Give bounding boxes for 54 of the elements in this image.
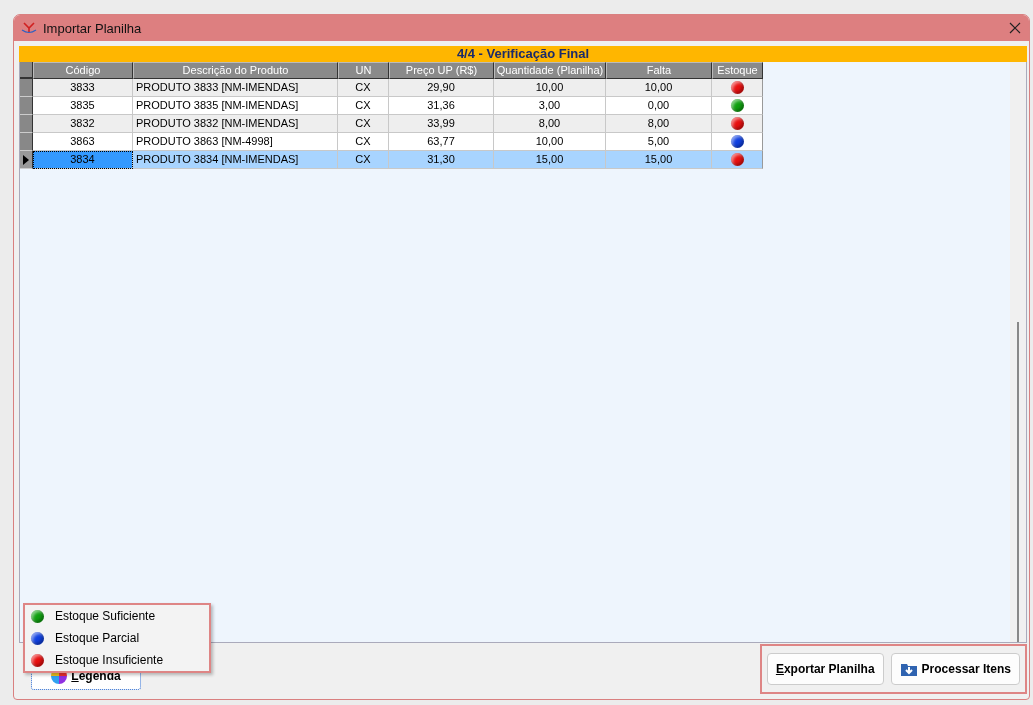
table-cell: 33,99 (389, 115, 494, 133)
table-cell: CX (338, 151, 389, 169)
header-corner (20, 62, 33, 79)
window-title: Importar Planilha (43, 20, 143, 36)
table-cell: 10,00 (494, 133, 606, 151)
column-header[interactable]: Quantidade (Planilha) (494, 62, 606, 79)
table-cell: CX (338, 79, 389, 97)
table-cell: 63,77 (389, 133, 494, 151)
table-cell: CX (338, 97, 389, 115)
table-cell: 3833 (33, 79, 133, 97)
column-header[interactable]: UN (338, 62, 389, 79)
table-cell: CX (338, 133, 389, 151)
table-cell: PRODUTO 3835 [NM-IMENDAS] (133, 97, 338, 115)
table-cell: PRODUTO 3832 [NM-IMENDAS] (133, 115, 338, 133)
table-cell: 3835 (33, 97, 133, 115)
legend-label: Estoque Parcial (55, 631, 140, 645)
folder-download-icon (899, 661, 918, 677)
row-indicator[interactable] (20, 115, 33, 133)
scrollbar-thumb[interactable] (1017, 322, 1019, 642)
logo-icon (21, 22, 37, 34)
table-cell: 15,00 (606, 151, 712, 169)
table-cell: 29,90 (389, 79, 494, 97)
table-cell: 31,36 (389, 97, 494, 115)
export-button[interactable]: Exportar Planilha (766, 653, 884, 685)
table-cell: 31,30 (389, 151, 494, 169)
table-cell: 8,00 (606, 115, 712, 133)
column-header[interactable]: Estoque (712, 62, 763, 79)
scrollbar[interactable] (1010, 62, 1026, 642)
column-header[interactable]: Código (33, 62, 133, 79)
table-cell: PRODUTO 3863 [NM-4998] (133, 133, 338, 151)
row-indicator[interactable] (20, 133, 33, 151)
table-cell: 15,00 (494, 151, 606, 169)
legend-label: Estoque Suficiente (55, 609, 156, 623)
step-title: 4/4 - Verificação Final (19, 46, 1027, 62)
row-indicator[interactable] (20, 151, 33, 169)
table-cell: 3832 (33, 115, 133, 133)
column-header[interactable]: Descrição do Produto (133, 62, 338, 79)
process-button[interactable]: Processar Itens (890, 653, 1020, 685)
table-cell: PRODUTO 3834 [NM-IMENDAS] (133, 151, 338, 169)
column-header[interactable]: Preço UP (R$) (389, 62, 494, 79)
column-header[interactable]: Falta (606, 62, 712, 79)
table-cell: PRODUTO 3833 [NM-IMENDAS] (133, 79, 338, 97)
table-cell: 10,00 (606, 79, 712, 97)
table-cell: 10,00 (494, 79, 606, 97)
close-icon[interactable] (1009, 22, 1021, 34)
row-indicator[interactable] (20, 79, 33, 97)
table-cell: 5,00 (606, 133, 712, 151)
row-indicator[interactable] (20, 97, 33, 115)
table-cell: CX (338, 115, 389, 133)
table-cell: 3863 (33, 133, 133, 151)
table-cell: 8,00 (494, 115, 606, 133)
table-cell: 0,00 (606, 97, 712, 115)
table-cell: 3,00 (494, 97, 606, 115)
table-cell: 3834 (33, 151, 133, 169)
